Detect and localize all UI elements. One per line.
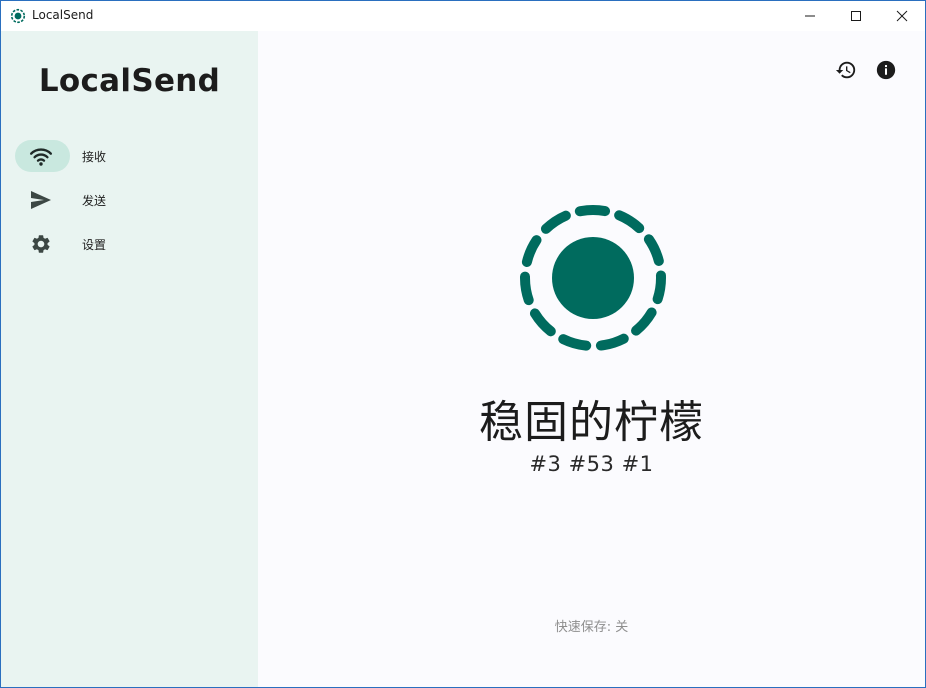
sidebar-item-label: 设置 [82,238,107,252]
window-title: LocalSend [32,8,94,22]
quick-save-status[interactable]: 快速保存: 关 [258,616,925,635]
history-icon [835,59,857,85]
close-icon [896,10,908,22]
app-title: LocalSend [38,63,221,99]
maximize-icon [851,11,861,21]
minimize-button[interactable] [787,1,833,31]
info-button[interactable] [873,59,899,85]
send-icon [29,189,53,211]
info-icon [875,59,897,85]
sidebar: LocalSend 接收 发送 设置 [1,31,258,687]
gear-icon [29,233,53,255]
sidebar-item-receive[interactable]: 接收 [15,140,245,172]
main-panel: 稳固的柠檬 #3 #53 #1 快速保存: 关 [258,31,925,687]
device-name: 稳固的柠檬 [479,397,704,448]
history-button[interactable] [833,59,859,85]
device-ids: #3 #53 #1 [529,452,654,476]
app-icon [10,8,26,24]
sidebar-item-label: 发送 [82,194,107,208]
wifi-icon [29,145,53,167]
title-bar[interactable]: LocalSend [1,1,925,31]
localsend-logo [520,205,666,351]
sidebar-item-send[interactable]: 发送 [15,184,245,216]
minimize-icon [805,15,815,17]
sidebar-item-settings[interactable]: 设置 [15,228,245,260]
close-button[interactable] [879,1,925,31]
app-window: LocalSend LocalSend 接收 发送 设置 稳固的柠檬 #3 #5… [0,0,926,688]
sidebar-item-label: 接收 [82,150,107,164]
maximize-button[interactable] [833,1,879,31]
